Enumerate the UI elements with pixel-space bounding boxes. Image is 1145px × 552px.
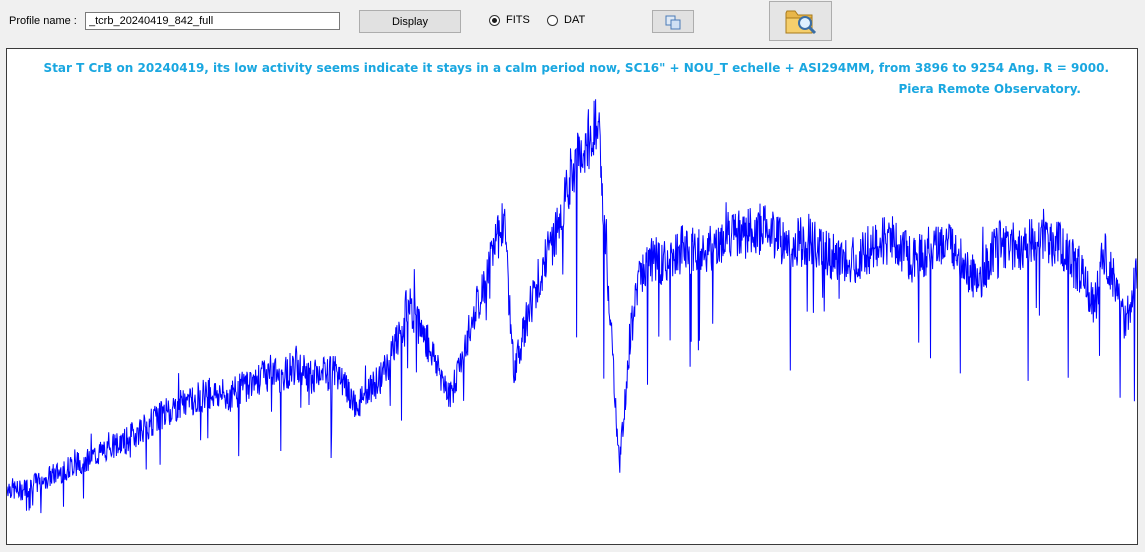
radio-fits-dot[interactable] xyxy=(489,14,500,26)
annotation-line-1: Star T CrB on 20240419, its low activity… xyxy=(43,61,1109,75)
radio-dat[interactable]: DAT xyxy=(547,14,585,26)
open-search-button[interactable] xyxy=(769,1,832,41)
toolbar: Profile name : Display FITS DAT xyxy=(0,0,1145,46)
spectrum-line xyxy=(7,99,1137,514)
folder-search-icon xyxy=(785,10,816,35)
radio-dat-label: DAT xyxy=(564,14,586,26)
radio-fits-label: FITS xyxy=(506,14,530,26)
radio-fits[interactable]: FITS xyxy=(489,14,530,26)
display-button[interactable]: Display xyxy=(359,10,461,33)
spectrum-svg xyxy=(7,99,1137,514)
copy-icon xyxy=(665,15,681,29)
spectrum-plot[interactable]: Star T CrB on 20240419, its low activity… xyxy=(6,48,1138,545)
annotation-line-2: Piera Remote Observatory. xyxy=(898,82,1081,96)
copy-button[interactable] xyxy=(652,10,694,33)
profile-name-input[interactable] xyxy=(85,12,340,30)
radio-dat-dot[interactable] xyxy=(547,14,558,26)
profile-name-label: Profile name : xyxy=(9,15,77,27)
